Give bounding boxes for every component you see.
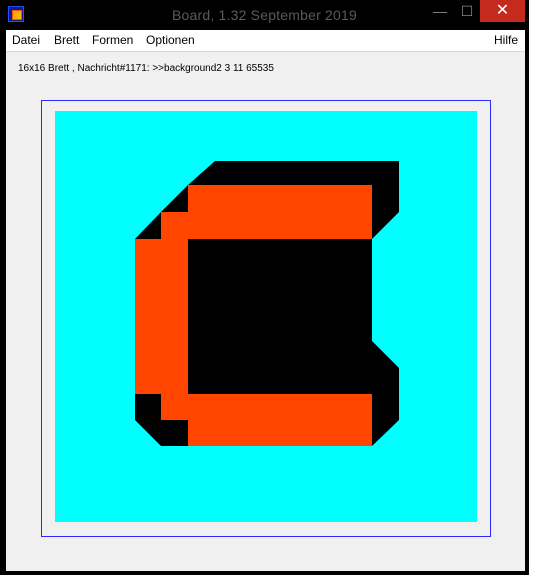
status-message: 16x16 Brett , Nachricht#1171: >>backgrou… (18, 63, 274, 74)
title-bar[interactable]: Board, 1.32 September 2019 — ☐ ✕ (0, 0, 529, 30)
client-area: 16x16 Brett , Nachricht#1171: >>backgrou… (6, 52, 525, 571)
menu-brett[interactable]: Brett (54, 33, 79, 47)
close-button[interactable]: ✕ (480, 0, 525, 22)
board-canvas[interactable] (55, 111, 477, 522)
menu-datei[interactable]: Datei (12, 33, 40, 47)
menu-hilfe[interactable]: Hilfe (494, 33, 518, 47)
menu-formen[interactable]: Formen (92, 33, 133, 47)
minimize-button[interactable]: — (425, 0, 455, 22)
menu-optionen[interactable]: Optionen (146, 33, 195, 47)
menu-bar: Datei Brett Formen Optionen Hilfe (6, 30, 525, 52)
maximize-button[interactable]: ☐ (452, 0, 482, 22)
application-window: Board, 1.32 September 2019 — ☐ ✕ Datei B… (0, 0, 529, 575)
board-frame (41, 100, 491, 537)
